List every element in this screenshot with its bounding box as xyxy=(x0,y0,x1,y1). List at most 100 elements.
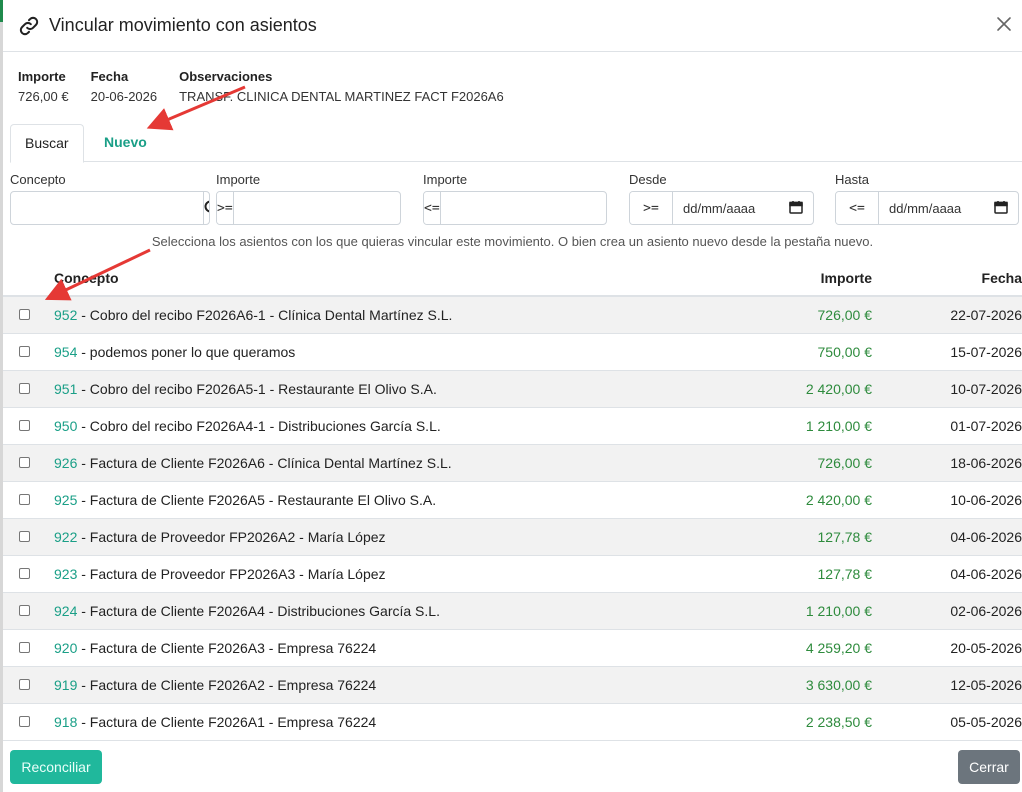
filter-hasta: Hasta <= dd/mm/aaaa xyxy=(835,171,1019,225)
modal-footer: Reconciliar Cerrar xyxy=(3,742,1022,792)
row-concept: 950 - Cobro del recibo F2026A4-1 - Distr… xyxy=(54,418,441,434)
header-importe: Importe xyxy=(820,270,872,286)
table-row[interactable]: 923 - Factura de Proveedor FP2026A3 - Ma… xyxy=(3,556,1022,593)
table-row[interactable]: 951 - Cobro del recibo F2026A5-1 - Resta… xyxy=(3,371,1022,408)
row-checkbox[interactable] xyxy=(19,531,30,542)
row-concept: 923 - Factura de Proveedor FP2026A3 - Ma… xyxy=(54,566,386,582)
tab-nuevo[interactable]: Nuevo xyxy=(90,124,161,162)
filter-desde-label: Desde xyxy=(629,172,667,187)
modal-title: Vincular movimiento con asientos xyxy=(49,15,317,35)
entry-description: - Factura de Cliente F2026A2 - Empresa 7… xyxy=(77,677,377,693)
entry-number-link[interactable]: 950 xyxy=(54,418,77,434)
row-concept: 925 - Factura de Cliente F2026A5 - Resta… xyxy=(54,492,436,508)
link-icon xyxy=(17,14,41,38)
importe-min-input[interactable] xyxy=(233,192,400,224)
row-date: 12-05-2026 xyxy=(950,677,1022,693)
row-checkbox[interactable] xyxy=(19,383,30,394)
table-row[interactable]: 952 - Cobro del recibo F2026A6-1 - Clíni… xyxy=(3,297,1022,334)
entry-number-link[interactable]: 922 xyxy=(54,529,77,545)
table-row[interactable]: 925 - Factura de Cliente F2026A5 - Resta… xyxy=(3,482,1022,519)
movement-summary: Importe 726,00 € Fecha 20-06-2026 Observ… xyxy=(18,68,526,106)
importe-max-input[interactable] xyxy=(440,192,606,224)
row-concept: 954 - podemos poner lo que queramos xyxy=(54,344,295,360)
entry-description: - Factura de Cliente F2026A4 - Distribuc… xyxy=(77,603,440,619)
row-checkbox[interactable] xyxy=(19,494,30,505)
hasta-date-input[interactable]: dd/mm/aaaa xyxy=(879,192,1018,224)
table-row[interactable]: 954 - podemos poner lo que queramos 750,0… xyxy=(3,334,1022,371)
row-checkbox[interactable] xyxy=(19,679,30,690)
header-fecha: Fecha xyxy=(981,270,1022,286)
row-date: 10-07-2026 xyxy=(950,381,1022,397)
entry-description: - Factura de Cliente F2026A3 - Empresa 7… xyxy=(77,640,377,656)
entry-number-link[interactable]: 925 xyxy=(54,492,77,508)
row-concept: 951 - Cobro del recibo F2026A5-1 - Resta… xyxy=(54,381,437,397)
row-amount: 2 420,00 € xyxy=(805,492,872,508)
calendar-icon[interactable] xyxy=(994,200,1008,217)
summary-fecha-value: 20-06-2026 xyxy=(90,89,158,104)
row-amount: 2 238,50 € xyxy=(805,714,872,730)
table-row[interactable]: 926 - Factura de Cliente F2026A6 - Clíni… xyxy=(3,445,1022,482)
reconciliar-button[interactable]: Reconciliar xyxy=(10,750,102,784)
summary-importe: Importe 726,00 € xyxy=(18,68,69,106)
row-concept: 952 - Cobro del recibo F2026A6-1 - Clíni… xyxy=(54,307,452,323)
entry-number-link[interactable]: 918 xyxy=(54,714,77,730)
row-date: 05-05-2026 xyxy=(950,714,1022,730)
tab-bar: Buscar Nuevo xyxy=(10,124,1022,163)
entry-number-link[interactable]: 952 xyxy=(54,307,77,323)
row-date: 15-07-2026 xyxy=(950,344,1022,360)
table-row[interactable]: 950 - Cobro del recibo F2026A4-1 - Distr… xyxy=(3,408,1022,445)
entry-number-link[interactable]: 924 xyxy=(54,603,77,619)
row-checkbox[interactable] xyxy=(19,309,30,320)
row-checkbox[interactable] xyxy=(19,346,30,357)
row-amount: 1 210,00 € xyxy=(805,418,872,434)
entry-description: - Factura de Proveedor FP2026A2 - María … xyxy=(77,529,386,545)
summary-observaciones-value: TRANSF. CLINICA DENTAL MARTINEZ FACT F20… xyxy=(179,89,504,104)
filter-importe-min: Importe >= xyxy=(216,171,401,225)
entry-number-link[interactable]: 951 xyxy=(54,381,77,397)
entry-description: - Factura de Cliente F2026A6 - Clínica D… xyxy=(77,455,452,471)
concepto-input[interactable] xyxy=(11,192,203,224)
table-row[interactable]: 918 - Factura de Cliente F2026A1 - Empre… xyxy=(3,704,1022,741)
desde-date-input[interactable]: dd/mm/aaaa xyxy=(673,192,813,224)
row-checkbox[interactable] xyxy=(19,457,30,468)
entry-number-link[interactable]: 926 xyxy=(54,455,77,471)
entry-number-link[interactable]: 954 xyxy=(54,344,77,360)
importe-max-input-group: <= xyxy=(423,191,607,225)
entry-number-link[interactable]: 919 xyxy=(54,677,77,693)
link-movement-modal: Vincular movimiento con asientos Importe… xyxy=(3,0,1022,792)
table-row[interactable]: 922 - Factura de Proveedor FP2026A2 - Ma… xyxy=(3,519,1022,556)
close-icon[interactable] xyxy=(992,12,1016,36)
table-row[interactable]: 920 - Factura de Cliente F2026A3 - Empre… xyxy=(3,630,1022,667)
row-date: 02-06-2026 xyxy=(950,603,1022,619)
search-filters: Concepto Importe >= Importe <= Desde >= … xyxy=(10,171,1022,227)
summary-importe-label: Importe xyxy=(18,69,66,84)
entry-description: - Factura de Cliente F2026A1 - Empresa 7… xyxy=(77,714,377,730)
modal-header: Vincular movimiento con asientos xyxy=(3,0,1022,52)
row-checkbox[interactable] xyxy=(19,716,30,727)
row-checkbox[interactable] xyxy=(19,605,30,616)
hasta-date-placeholder: dd/mm/aaaa xyxy=(889,200,962,216)
row-amount: 750,00 € xyxy=(817,344,873,360)
entry-number-link[interactable]: 920 xyxy=(54,640,77,656)
tab-buscar[interactable]: Buscar xyxy=(10,124,84,163)
row-amount: 726,00 € xyxy=(817,307,873,323)
cerrar-button[interactable]: Cerrar xyxy=(958,750,1020,784)
entry-number-link[interactable]: 923 xyxy=(54,566,77,582)
filter-concepto-label: Concepto xyxy=(10,172,66,187)
header-concepto: Concepto xyxy=(54,270,119,286)
row-checkbox[interactable] xyxy=(19,568,30,579)
search-icon[interactable] xyxy=(203,192,209,224)
calendar-icon[interactable] xyxy=(789,200,803,217)
row-date: 22-07-2026 xyxy=(950,307,1022,323)
row-checkbox[interactable] xyxy=(19,642,30,653)
table-row[interactable]: 919 - Factura de Cliente F2026A2 - Empre… xyxy=(3,667,1022,704)
filter-hasta-label: Hasta xyxy=(835,172,869,187)
concepto-input-group xyxy=(10,191,210,225)
row-checkbox[interactable] xyxy=(19,420,30,431)
hasta-input-group: <= dd/mm/aaaa xyxy=(835,191,1019,225)
row-concept: 919 - Factura de Cliente F2026A2 - Empre… xyxy=(54,677,376,693)
summary-fecha: Fecha 20-06-2026 xyxy=(91,68,158,106)
entries-table: 952 - Cobro del recibo F2026A6-1 - Clíni… xyxy=(3,297,1022,741)
table-row[interactable]: 924 - Factura de Cliente F2026A4 - Distr… xyxy=(3,593,1022,630)
entry-description: - Cobro del recibo F2026A4-1 - Distribuc… xyxy=(77,418,441,434)
